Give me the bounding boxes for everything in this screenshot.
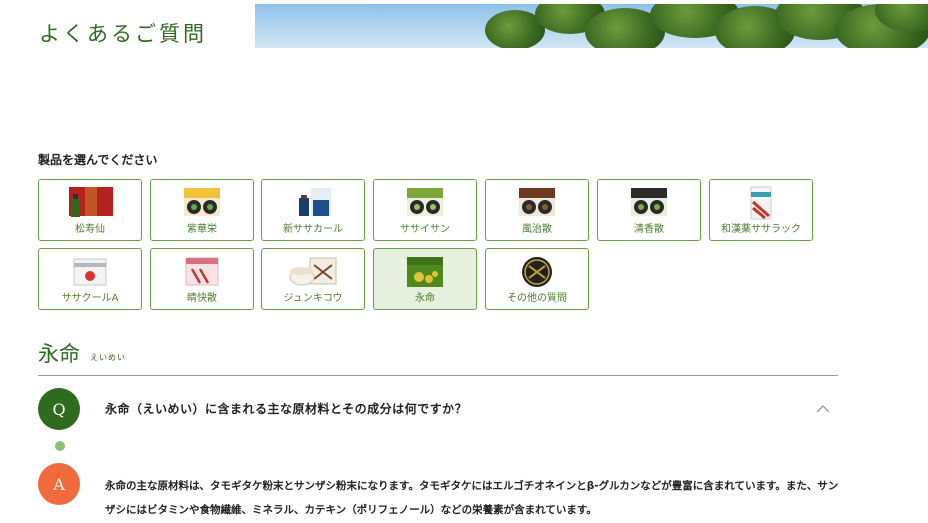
- product-label: ササクールA: [61, 293, 119, 304]
- section-title: 永命: [38, 342, 80, 366]
- chevron-up-icon[interactable]: [816, 404, 830, 414]
- green-gold-box-icon: [407, 257, 443, 287]
- product-fujisan[interactable]: 風治散: [485, 179, 589, 241]
- answer-badge: A: [38, 463, 80, 505]
- white-red-box-icon: [750, 186, 772, 220]
- blue-bottle-box-icon: [299, 188, 331, 216]
- product-label: 清香散: [634, 224, 664, 235]
- product-label: ジュンキコウ: [283, 293, 343, 304]
- emblem-icon: [522, 257, 552, 287]
- section-reading: えいめい: [90, 353, 126, 362]
- product-label: 新ササカール: [283, 224, 343, 235]
- faq-question[interactable]: 永命（えいめい）に含まれる主な原材料とその成分は何ですか？: [105, 400, 467, 417]
- yellow-box-icon: [184, 188, 220, 216]
- product-label: その他の質問: [507, 293, 567, 304]
- product-sasakuru-a[interactable]: ササクールA: [38, 248, 142, 310]
- product-seikaisan[interactable]: 睛快散: [150, 248, 254, 310]
- product-other-questions[interactable]: その他の質問: [485, 248, 589, 310]
- red-box-bottle-icon: [69, 187, 113, 217]
- product-eimei[interactable]: 永命: [373, 248, 477, 310]
- product-label: 松寿仙: [75, 224, 105, 235]
- product-sasaisan[interactable]: ササイサン: [373, 179, 477, 241]
- white-silver-box-icon: [73, 258, 107, 286]
- section-divider: [38, 375, 838, 376]
- product-shojusen[interactable]: 松寿仙: [38, 179, 142, 241]
- product-label: 紫華栄: [187, 224, 217, 235]
- product-label: 和漢薬ササラック: [721, 224, 801, 235]
- jar-box-icon: [289, 257, 337, 286]
- product-label: ササイサン: [400, 224, 450, 235]
- product-label: 睛快散: [187, 293, 217, 304]
- product-shin-sasakaru[interactable]: 新ササカール: [261, 179, 365, 241]
- question-badge: Q: [38, 388, 80, 430]
- product-grid: 松寿仙 紫華栄 新ササカール ササイサン 風治散 清香散 和漢薬ササラック ササ…: [38, 179, 838, 313]
- product-junkikou[interactable]: ジュンキコウ: [261, 248, 365, 310]
- pink-box-icon: [185, 257, 219, 286]
- product-wakanyaku-sasarakku[interactable]: 和漢薬ササラック: [709, 179, 813, 241]
- product-select-heading: 製品を選んでください: [38, 153, 158, 167]
- product-label: 永命: [415, 293, 435, 304]
- dark-box-icon: [631, 188, 667, 216]
- product-shikaei[interactable]: 紫華栄: [150, 179, 254, 241]
- green-box-icon: [407, 188, 443, 216]
- faq-answer: 永命の主な原材料は、タモギタケ粉末とサンザシ粉末になります。タモギタケにはエルゴ…: [105, 480, 839, 516]
- brown-box-icon: [519, 188, 555, 216]
- page-title: よくあるご質問: [39, 22, 207, 46]
- separator-dot: [55, 441, 65, 451]
- hero-banner-image: [255, 4, 928, 48]
- product-seikosan[interactable]: 清香散: [597, 179, 701, 241]
- product-label: 風治散: [522, 224, 552, 235]
